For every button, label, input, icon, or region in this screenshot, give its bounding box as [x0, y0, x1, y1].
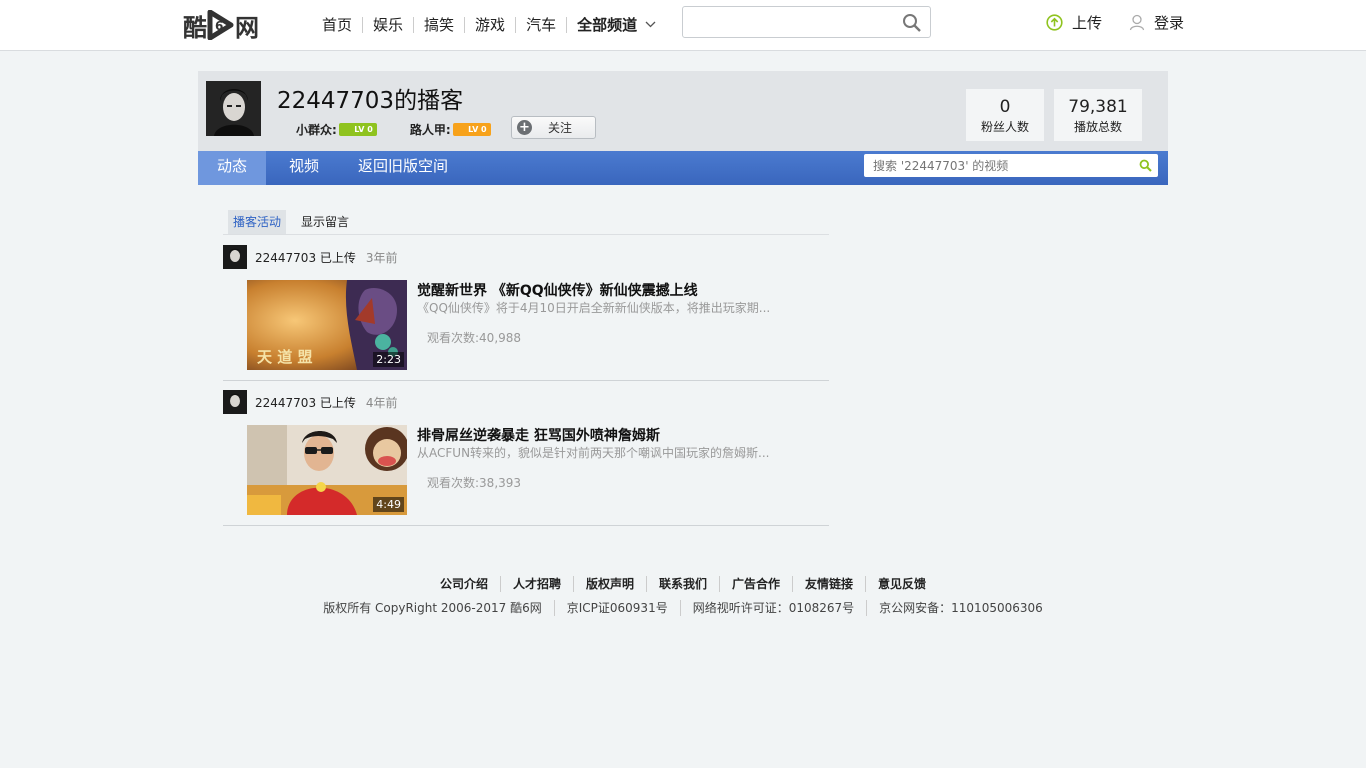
site-logo[interactable]: 酷 6 网: [183, 8, 259, 42]
feed-divider: [223, 525, 829, 526]
feed-item-header: 22447703 已上传 4年前: [223, 390, 398, 414]
avatar[interactable]: [223, 390, 247, 414]
login-label: 登录: [1154, 14, 1185, 32]
plus-icon: +: [517, 120, 532, 135]
view-count: 观看次数:40,988: [427, 331, 522, 345]
main-nav: 首页 娱乐 搞笑 游戏 汽车 全部频道: [322, 14, 656, 35]
badge-label-viewer: 小群众:: [296, 123, 337, 137]
video-thumbnail[interactable]: 天 道 盟 2:23: [247, 280, 407, 370]
video-duration: 2:23: [373, 352, 404, 367]
user-video-search-input[interactable]: [864, 154, 1124, 177]
chevron-down-icon: [645, 21, 656, 28]
av-license: 网络视听许可证：0108267号: [681, 600, 868, 616]
footer-link-friends[interactable]: 友情链接: [793, 576, 867, 592]
nav-divider: [413, 16, 415, 33]
feed-time: 3年前: [365, 250, 398, 265]
nav-funny[interactable]: 搞笑: [424, 14, 454, 35]
fans-stat: 0 粉丝人数: [966, 89, 1044, 141]
nav-all-channels-label: 全部频道: [577, 16, 638, 34]
avatar-image: [206, 81, 261, 136]
footer-copyright: 版权所有 CopyRight 2006-2017 酷6网 京ICP证060931…: [0, 600, 1366, 616]
badge-label-uploader: 路人甲:: [409, 123, 451, 137]
logo-play-icon: 6: [207, 10, 234, 40]
nav-divider: [566, 16, 568, 33]
nav-entertainment[interactable]: 娱乐: [373, 14, 403, 35]
video-title[interactable]: 排骨屌丝逆袭暴走 狂骂国外喷神詹姆斯: [417, 425, 660, 445]
footer-link-ads[interactable]: 广告合作: [720, 576, 794, 592]
view-count: 观看次数:38,393: [427, 476, 522, 490]
footer-links: 公司介绍 人才招聘 版权声明 联系我们 广告合作 友情链接 意见反馈: [0, 576, 1366, 592]
police-record: 京公网安备：110105006306: [879, 601, 1043, 615]
footer-link-about[interactable]: 公司介绍: [428, 576, 501, 592]
icp-license: 京ICP证060931号: [555, 600, 681, 616]
nav-home[interactable]: 首页: [322, 14, 352, 35]
plays-label: 播放总数: [1073, 120, 1122, 134]
profile-header: 22447703的播客 小群众: LV 0 路人甲: LV 0 + 关注 0 粉…: [198, 71, 1168, 151]
channel-tab-bar: 动态 视频 返回旧版空间: [198, 151, 1168, 185]
activity-subtabs: 播客活动 显示留言: [223, 209, 829, 235]
nav-all-channels[interactable]: 全部频道: [577, 14, 656, 35]
nav-divider: [515, 16, 517, 33]
nav-divider: [464, 16, 466, 33]
feed-user-action[interactable]: 22447703 已上传: [255, 394, 356, 411]
feed-time: 4年前: [365, 395, 398, 410]
user-video-search: [864, 154, 1158, 177]
search-icon[interactable]: [1139, 159, 1152, 172]
logo-text-left: 酷: [183, 13, 207, 42]
feed-item-header: 22447703 已上传 3年前: [223, 245, 398, 269]
nav-divider: [362, 16, 364, 33]
tab-show-comments[interactable]: 显示留言: [296, 210, 354, 234]
video-description: 《QQ仙侠传》将于4月10日开启全新新仙侠版本，将推出玩家期...: [417, 301, 771, 315]
page-title: 22447703的播客: [277, 88, 464, 114]
tab-videos[interactable]: 视频: [274, 151, 334, 185]
plays-stat: 79,381 播放总数: [1054, 89, 1142, 141]
footer-link-jobs[interactable]: 人才招聘: [501, 576, 574, 592]
tab-activity[interactable]: 动态: [198, 151, 266, 185]
copyright-text: 版权所有 CopyRight 2006-2017 酷6网: [311, 600, 555, 616]
top-bar: 酷 6 网 首页 娱乐 搞笑 游戏 汽车 全部频道 上传 登录: [0, 0, 1366, 51]
footer-link-feedback[interactable]: 意见反馈: [866, 576, 938, 592]
tab-uploader-activity[interactable]: 播客活动: [228, 210, 287, 234]
plays-count: 79,381: [1068, 97, 1128, 117]
upload-icon: [1046, 14, 1063, 31]
avatar[interactable]: [223, 245, 247, 269]
video-thumbnail[interactable]: 4:49: [247, 425, 407, 515]
nav-auto[interactable]: 汽车: [526, 14, 556, 35]
tab-old-space[interactable]: 返回旧版空间: [348, 151, 458, 185]
site-search-box: [682, 6, 931, 38]
avatar[interactable]: [206, 81, 261, 136]
level-badge-icon: LV 0: [338, 123, 377, 136]
feed-item: 22447703 已上传 4年前 4:49 排骨屌丝逆袭暴走 狂骂国外喷神詹姆斯…: [223, 390, 829, 526]
footer-link-copyright[interactable]: 版权声明: [574, 576, 647, 592]
video-description: 从ACFUN转来的，貌似是针对前两天那个嘲讽中国玩家的詹姆斯...: [417, 446, 770, 460]
follow-button[interactable]: + 关注: [511, 116, 596, 139]
upload-link[interactable]: 上传: [1046, 12, 1102, 33]
svg-text:6: 6: [215, 19, 223, 33]
video-title[interactable]: 觉醒新世界 《新QQ仙侠传》新仙侠震撼上线: [417, 280, 698, 300]
thumbnail-text: 天 道 盟: [257, 348, 312, 366]
login-link[interactable]: 登录: [1129, 12, 1184, 33]
site-search-input[interactable]: [683, 7, 893, 37]
logo-text-right: 网: [235, 13, 259, 42]
follow-label: 关注: [548, 121, 573, 135]
feed-user-action[interactable]: 22447703 已上传: [255, 249, 356, 266]
upload-label: 上传: [1072, 14, 1103, 32]
level-badge-icon: LV 0: [452, 123, 491, 136]
feed-item: 22447703 已上传 3年前 天 道 盟 2:23 觉醒新世界 《新QQ仙侠…: [223, 245, 829, 381]
search-icon[interactable]: [902, 13, 922, 33]
user-icon: [1129, 14, 1145, 31]
video-duration: 4:49: [373, 497, 404, 512]
nav-games[interactable]: 游戏: [475, 14, 505, 35]
feed-divider: [223, 380, 829, 381]
fans-count: 0: [999, 97, 1011, 117]
fans-label: 粉丝人数: [980, 120, 1029, 134]
level-badges: 小群众: LV 0 路人甲: LV 0: [296, 121, 491, 138]
footer-link-contact[interactable]: 联系我们: [647, 576, 720, 592]
